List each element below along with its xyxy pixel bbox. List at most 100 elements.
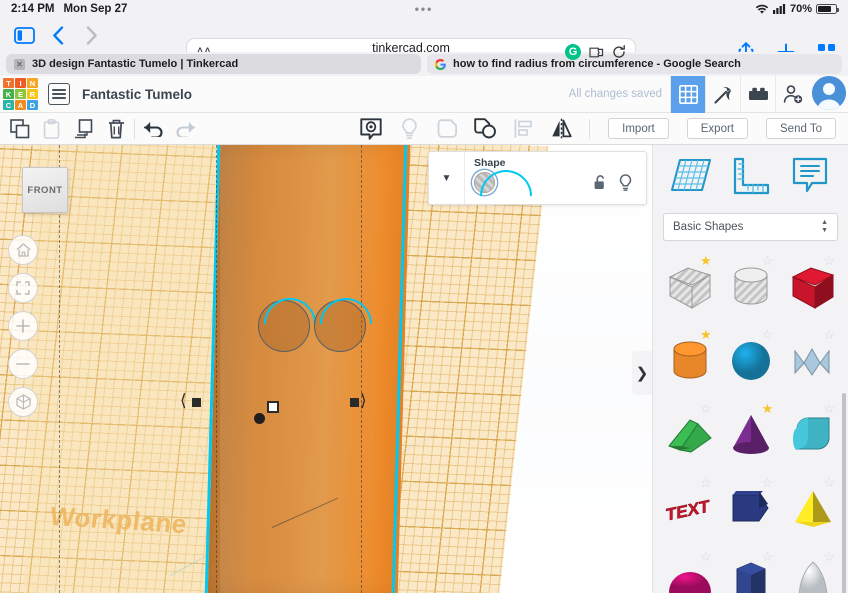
shape-item-box[interactable]: ☆ — [782, 253, 844, 321]
group-shapes-icon[interactable] — [471, 115, 499, 143]
hole-circle-1[interactable] — [258, 300, 310, 352]
favorite-star-icon[interactable]: ☆ — [700, 402, 712, 415]
google-icon — [435, 58, 446, 70]
browser-tab-google-search[interactable]: how to find radius from circumference - … — [427, 54, 842, 74]
center-handle[interactable] — [267, 401, 279, 413]
resize-handle-right[interactable] — [350, 398, 359, 407]
sidebar-item-ruler[interactable] — [727, 153, 773, 199]
sidebar-scrollbar[interactable] — [842, 393, 846, 593]
fit-to-view-icon[interactable] — [8, 273, 38, 303]
favorite-star-icon[interactable]: ☆ — [823, 476, 835, 489]
close-tab-icon[interactable]: ✕ — [14, 58, 25, 70]
view-shape-icon[interactable] — [357, 115, 385, 143]
safari-nav-buttons — [10, 21, 106, 49]
favorite-star-icon[interactable]: ☆ — [700, 550, 712, 563]
light-bulb-icon[interactable] — [619, 174, 632, 191]
sidebar-toggle-icon[interactable] — [10, 21, 38, 49]
ortho-perspective-icon[interactable] — [8, 387, 38, 417]
favorite-star-icon[interactable]: ☆ — [700, 476, 712, 489]
tinkercad-logo[interactable]: TIN KER CAD — [3, 78, 38, 110]
favorite-star-icon[interactable]: ☆ — [823, 328, 835, 341]
shapes-sidebar: Basic Shapes ▲ ▼ ★ ☆ ☆ ★ ☆ ☆ ☆ ★ ☆ TEXT … — [652, 145, 848, 593]
shape-item-half-sphere[interactable]: ☆ — [659, 549, 721, 593]
shape-item-roof[interactable]: ☆ — [659, 401, 721, 469]
battery-icon — [816, 4, 839, 14]
hole-swatch[interactable] — [474, 172, 495, 193]
scribble-icon — [790, 339, 836, 383]
copy-icon[interactable] — [6, 115, 34, 143]
favorite-star-icon[interactable]: ★ — [700, 328, 712, 341]
logo-tile-d-8: D — [27, 100, 38, 110]
rotation-dot[interactable] — [254, 413, 265, 424]
reload-icon[interactable] — [612, 45, 626, 59]
shape-category-select[interactable]: Basic Shapes ▲ ▼ — [663, 213, 838, 241]
cylinder-icon — [666, 337, 714, 385]
shape-item-paraboloid[interactable]: ☆ — [782, 549, 844, 593]
forward-chevron-icon — [78, 21, 106, 49]
resize-handle-left[interactable] — [192, 398, 201, 407]
hole-circle-2[interactable] — [314, 300, 366, 352]
list-menu-icon[interactable] — [48, 83, 70, 105]
view-cube[interactable]: FRONT — [22, 167, 68, 213]
shape-item-cone[interactable]: ★ — [721, 401, 783, 469]
grammarly-icon[interactable]: G — [565, 44, 581, 60]
favorite-star-icon[interactable]: ★ — [762, 402, 774, 415]
shape-item-box-hole[interactable]: ★ — [659, 253, 721, 321]
design-canvas[interactable]: Workplane ⟨ ⟩ FRONT ❯ — [0, 145, 652, 593]
delete-trash-icon[interactable] — [102, 115, 130, 143]
shape-item-text[interactable]: TEXT ☆ — [659, 475, 721, 543]
invite-person-icon[interactable] — [775, 75, 810, 113]
sidebar-item-notes[interactable] — [787, 153, 833, 199]
shape-item-sphere[interactable]: ☆ — [721, 327, 783, 395]
toolbar-right-group: Import Export Send To — [351, 113, 848, 145]
favorite-star-icon[interactable]: ★ — [700, 254, 712, 267]
favorite-star-icon[interactable]: ☆ — [762, 254, 774, 267]
chevron-down-icon[interactable]: ▼ — [429, 152, 465, 204]
browser-tab-tinkercad[interactable]: ✕ 3D design Fantastic Tumelo | Tinkercad — [6, 54, 421, 74]
shape-item-hexagon-prism[interactable]: ☆ — [721, 549, 783, 593]
text-icon: TEXT — [665, 496, 715, 522]
export-button[interactable]: Export — [686, 118, 748, 139]
codeblocks-pickaxe-icon[interactable] — [705, 75, 740, 113]
favorite-star-icon[interactable]: ☆ — [823, 402, 835, 415]
zoom-out-icon[interactable] — [8, 349, 38, 379]
logo-tile-r-5: R — [27, 89, 38, 99]
favorite-star-icon[interactable]: ☆ — [762, 476, 774, 489]
zoom-in-icon[interactable] — [8, 311, 38, 341]
cylinder-hole-icon — [727, 263, 775, 311]
collapse-panel-chevron-icon[interactable]: ❯ — [632, 351, 652, 395]
favorite-star-icon[interactable]: ☆ — [823, 254, 835, 267]
shape-item-cylinder[interactable]: ★ — [659, 327, 721, 395]
guide-dashed-line-left — [216, 145, 217, 593]
shape-item-scribble[interactable]: ☆ — [782, 327, 844, 395]
sidebar-item-workplane[interactable] — [668, 153, 714, 199]
tinkercad-header: TIN KER CAD Fantastic Tumelo All changes s… — [0, 75, 848, 113]
favorite-star-icon[interactable]: ☆ — [762, 328, 774, 341]
brick-icon[interactable] — [740, 75, 775, 113]
bracket-right: ⟩ — [360, 391, 367, 410]
user-avatar[interactable] — [812, 75, 846, 110]
stepper-arrows-icon: ▲ ▼ — [821, 219, 828, 234]
shape-inspector-panel[interactable]: ▼ Shape — [428, 151, 647, 205]
undo-icon[interactable] — [139, 115, 167, 143]
shape-item-pentagon-prism[interactable]: ☆ — [721, 475, 783, 543]
unlock-icon[interactable] — [594, 175, 607, 190]
back-chevron-icon[interactable] — [44, 21, 72, 49]
favorite-star-icon[interactable]: ☆ — [762, 550, 774, 563]
shape-item-round-roof[interactable]: ☆ — [782, 401, 844, 469]
blocks-grid-icon[interactable] — [670, 75, 705, 113]
import-button[interactable]: Import — [608, 118, 669, 139]
round-roof-icon — [789, 415, 837, 455]
send-to-button[interactable]: Send To — [766, 118, 836, 139]
hexagon-prism-icon — [731, 559, 771, 593]
duplicate-icon[interactable] — [70, 115, 98, 143]
favorite-star-icon[interactable]: ☆ — [823, 550, 835, 563]
logo-tile-n-2: N — [27, 78, 38, 88]
half-sphere-icon — [667, 566, 713, 593]
shape-item-cylinder-hole[interactable]: ☆ — [721, 253, 783, 321]
light-bulb-icon — [395, 115, 423, 143]
home-view-icon[interactable] — [8, 235, 38, 265]
mirror-icon[interactable] — [547, 115, 575, 143]
shape-item-pyramid[interactable]: ☆ — [782, 475, 844, 543]
extension-puzzle-icon[interactable] — [589, 46, 604, 59]
